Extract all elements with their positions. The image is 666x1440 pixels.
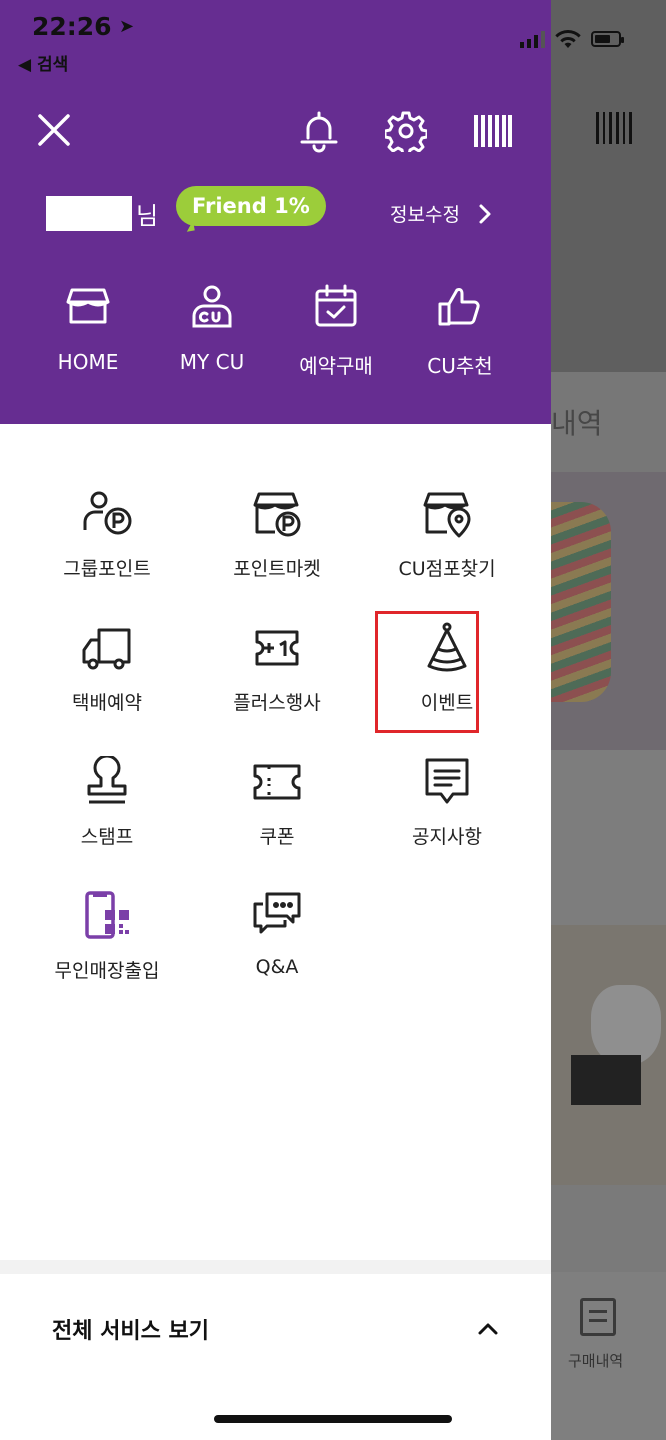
- quick-nav-reservation[interactable]: 예약구매: [274, 282, 398, 379]
- status-icons: [520, 30, 624, 48]
- wifi-icon: [555, 30, 581, 48]
- all-services-toggle[interactable]: 전체 서비스 보기: [0, 1274, 551, 1384]
- side-drawer: 22:26 ➤ ◀ 검색 님 Friend 1% 정보수정 HOME MY CU…: [0, 0, 551, 1440]
- purchase-history-label: 구매내역: [568, 1352, 624, 1370]
- user-cu-icon: [192, 285, 232, 328]
- menu-group-point[interactable]: 그룹포인트: [22, 488, 192, 622]
- menu-point-market[interactable]: 포인트마켓: [192, 488, 362, 622]
- close-icon[interactable]: [36, 112, 72, 148]
- cow-mascot-icon: [591, 985, 661, 1065]
- stamp-icon: [87, 756, 127, 804]
- menu-plus-event[interactable]: 플러스행사: [192, 622, 362, 756]
- point-market-icon: [253, 492, 301, 537]
- tv-icon: [571, 1055, 641, 1105]
- background-header: [551, 0, 666, 372]
- purchase-history-icon: [580, 1298, 616, 1336]
- edit-info-link[interactable]: 정보수정: [390, 200, 492, 227]
- home-indicator: [214, 1415, 452, 1423]
- store-locator-icon: [423, 492, 471, 538]
- background-barcode-icon: [596, 112, 633, 144]
- chevron-right-icon: [479, 204, 491, 223]
- background-promo-banner: [551, 925, 666, 1185]
- menu-unmanned-store[interactable]: 무인매장출입: [22, 890, 192, 1024]
- section-divider: [0, 1260, 551, 1274]
- quick-nav-my-cu[interactable]: MY CU: [150, 282, 274, 379]
- store-icon: [66, 288, 110, 324]
- grade-badge: Friend 1%: [176, 186, 326, 226]
- chevron-up-icon: [478, 1323, 498, 1335]
- plus-one-ticket-icon: [255, 630, 299, 666]
- user-name-redacted: [46, 196, 132, 231]
- background-banner: [551, 472, 666, 750]
- quick-nav-recommend[interactable]: CU추천: [398, 282, 522, 379]
- menu-stamp[interactable]: 스탬프: [22, 756, 192, 890]
- group-point-icon: [83, 491, 132, 535]
- status-time: 22:26: [32, 12, 112, 41]
- unmanned-store-qr-icon: [85, 891, 129, 939]
- menu-qna[interactable]: Q&A: [192, 890, 362, 1024]
- notice-icon: [425, 758, 469, 804]
- menu-event[interactable]: 이벤트: [362, 622, 532, 756]
- background-tab: 내역: [551, 372, 666, 472]
- menu-coupon[interactable]: 쿠폰: [192, 756, 362, 890]
- menu-delivery[interactable]: 택배예약: [22, 622, 192, 756]
- cellular-signal-icon: [520, 30, 545, 48]
- coupon-icon: [253, 764, 301, 800]
- chat-bubbles-icon: [253, 892, 301, 934]
- edit-info-label: 정보수정: [390, 204, 460, 226]
- gear-icon[interactable]: [383, 108, 429, 154]
- menu-notice[interactable]: 공지사항: [362, 756, 532, 890]
- name-suffix: 님: [136, 202, 159, 230]
- menu-store-locator[interactable]: CU점포찾기: [362, 488, 532, 622]
- calendar-check-icon: [315, 284, 357, 327]
- party-hat-icon: [427, 622, 467, 672]
- back-to-search[interactable]: ◀ 검색: [18, 50, 68, 75]
- battery-icon: [591, 31, 624, 47]
- service-menu-grid: 그룹포인트 포인트마켓 CU점포찾기 택배예약 플러스행사 이벤트 스탬프 쿠폰…: [22, 488, 532, 1024]
- all-services-label: 전체 서비스 보기: [52, 1319, 209, 1344]
- delivery-truck-icon: [82, 628, 131, 670]
- barcode-icon[interactable]: [470, 108, 516, 154]
- thumbs-up-icon: [438, 288, 480, 326]
- header-actions: [296, 108, 516, 154]
- drawer-header: 22:26 ➤ ◀ 검색 님 Friend 1% 정보수정 HOME MY CU…: [0, 0, 551, 424]
- bell-icon[interactable]: [296, 108, 342, 154]
- quick-nav: HOME MY CU 예약구매 CU추천: [26, 282, 522, 379]
- location-arrow-icon: ➤: [119, 16, 135, 37]
- quick-nav-home[interactable]: HOME: [26, 282, 150, 379]
